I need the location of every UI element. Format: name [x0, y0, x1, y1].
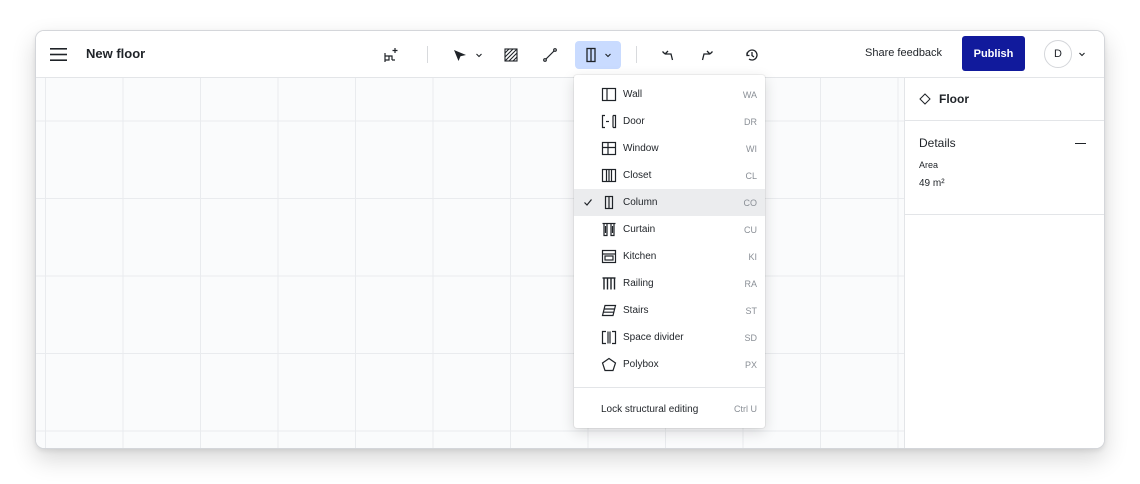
door-icon	[600, 113, 618, 130]
menu-button[interactable]	[47, 43, 69, 65]
line-tool-button[interactable]	[538, 41, 562, 69]
hatch-area-icon	[504, 48, 518, 62]
menu-item-label: Window	[623, 143, 659, 154]
menu-item-label: Kitchen	[623, 251, 657, 262]
menu-item-kitchen[interactable]: Kitchen KI	[574, 243, 765, 270]
menu-item-shortcut: CL	[745, 170, 757, 181]
menu-item-wall[interactable]: Wall WA	[574, 81, 765, 108]
menu-item-label: Stairs	[623, 305, 649, 316]
kitchen-icon	[600, 248, 618, 265]
select-tool-button[interactable]	[448, 41, 488, 69]
toolbar-separator	[427, 46, 428, 63]
add-furniture-icon	[384, 48, 398, 62]
avatar: D	[1044, 40, 1072, 68]
menu-item-shortcut: DR	[744, 116, 757, 127]
menu-item-polybox[interactable]: Polybox PX	[574, 351, 765, 378]
menu-item-label: Space divider	[623, 332, 684, 343]
menu-item-label: Closet	[623, 170, 652, 181]
menu-item-shortcut: KI	[748, 251, 757, 262]
checkmark-icon	[584, 199, 592, 206]
menu-item-shortcut: SD	[744, 332, 757, 343]
menu-item-curtain[interactable]: Curtain CU	[574, 216, 765, 243]
menu-item-shortcut: PX	[744, 359, 757, 370]
toolbar-separator	[636, 46, 637, 63]
menu-item-label: Column	[623, 197, 658, 208]
menu-item-label: Polybox	[623, 359, 659, 370]
menu-item-railing[interactable]: Railing RA	[574, 270, 765, 297]
chevron-down-icon	[1079, 52, 1085, 57]
polybox-icon	[600, 356, 618, 373]
floor-canvas[interactable]	[36, 78, 904, 448]
user-menu[interactable]: D	[1044, 39, 1088, 69]
stairs-icon	[600, 302, 618, 319]
closet-icon	[600, 167, 618, 184]
chevron-down-icon	[476, 53, 482, 58]
chevron-down-icon	[604, 53, 611, 58]
menu-item-shortcut: CU	[744, 224, 757, 235]
properties-panel: Floor Details Area 49 m²	[904, 78, 1104, 448]
add-furniture-button[interactable]	[379, 41, 403, 69]
structure-tool-button[interactable]	[575, 41, 621, 69]
menu-divider	[574, 387, 765, 388]
area-value: 49 m²	[919, 178, 945, 189]
menu-item-label: Lock structural editing	[601, 403, 699, 415]
details-title: Details	[919, 136, 956, 150]
undo-button[interactable]	[656, 41, 680, 69]
details-section: Details Area 49 m²	[905, 121, 1104, 215]
menu-item-stairs[interactable]: Stairs ST	[574, 297, 765, 324]
redo-button[interactable]	[695, 41, 719, 69]
publish-button[interactable]: Publish	[962, 36, 1025, 71]
railing-icon	[600, 275, 618, 292]
hamburger-icon	[49, 47, 67, 61]
menu-item-label: Curtain	[623, 224, 656, 235]
area-tool-button[interactable]	[499, 41, 523, 69]
history-icon	[746, 49, 758, 61]
menu-item-shortcut: RA	[744, 278, 757, 289]
redo-icon	[701, 50, 713, 61]
wall-icon	[600, 86, 618, 103]
panel-title: Floor	[939, 92, 969, 106]
floor-icon	[919, 93, 931, 105]
page-title: New floor	[86, 46, 146, 61]
menu-item-door[interactable]: Door DR	[574, 108, 765, 135]
collapse-details-button[interactable]	[1075, 143, 1086, 144]
column-icon	[585, 47, 596, 63]
structure-dropdown-menu: Wall WA Door DR Window WI Closet CL Colu…	[574, 75, 765, 428]
window-icon	[600, 140, 618, 157]
app-window: New floor Share feedback Publish D Floor…	[35, 30, 1105, 449]
menu-item-closet[interactable]: Closet CL	[574, 162, 765, 189]
menu-item-shortcut: CO	[743, 197, 758, 208]
pointer-icon	[454, 50, 466, 61]
panel-header: Floor	[905, 78, 1104, 121]
menu-item-shortcut: Ctrl U	[734, 404, 757, 414]
area-label: Area	[919, 160, 939, 170]
measure-line-icon	[543, 48, 557, 62]
history-button[interactable]	[740, 41, 764, 69]
menu-item-space-divider[interactable]: Space divider SD	[574, 324, 765, 351]
column-icon	[600, 194, 618, 211]
menu-item-window[interactable]: Window WI	[574, 135, 765, 162]
menu-item-label: Wall	[623, 89, 643, 100]
menu-item-label: Door	[623, 116, 645, 127]
menu-item-lock-structural-editing[interactable]: Lock structural editing Ctrl U	[574, 396, 765, 422]
share-feedback-link[interactable]: Share feedback	[865, 47, 942, 59]
top-toolbar: New floor Share feedback Publish D	[36, 31, 1104, 78]
menu-item-label: Railing	[623, 278, 654, 289]
menu-item-column[interactable]: Column CO	[574, 189, 765, 216]
curtain-icon	[600, 221, 618, 238]
menu-item-shortcut: WI	[746, 143, 757, 154]
menu-item-shortcut: WA	[742, 89, 757, 100]
menu-item-shortcut: ST	[745, 305, 757, 316]
undo-icon	[662, 50, 674, 61]
space-divider-icon	[600, 329, 618, 346]
